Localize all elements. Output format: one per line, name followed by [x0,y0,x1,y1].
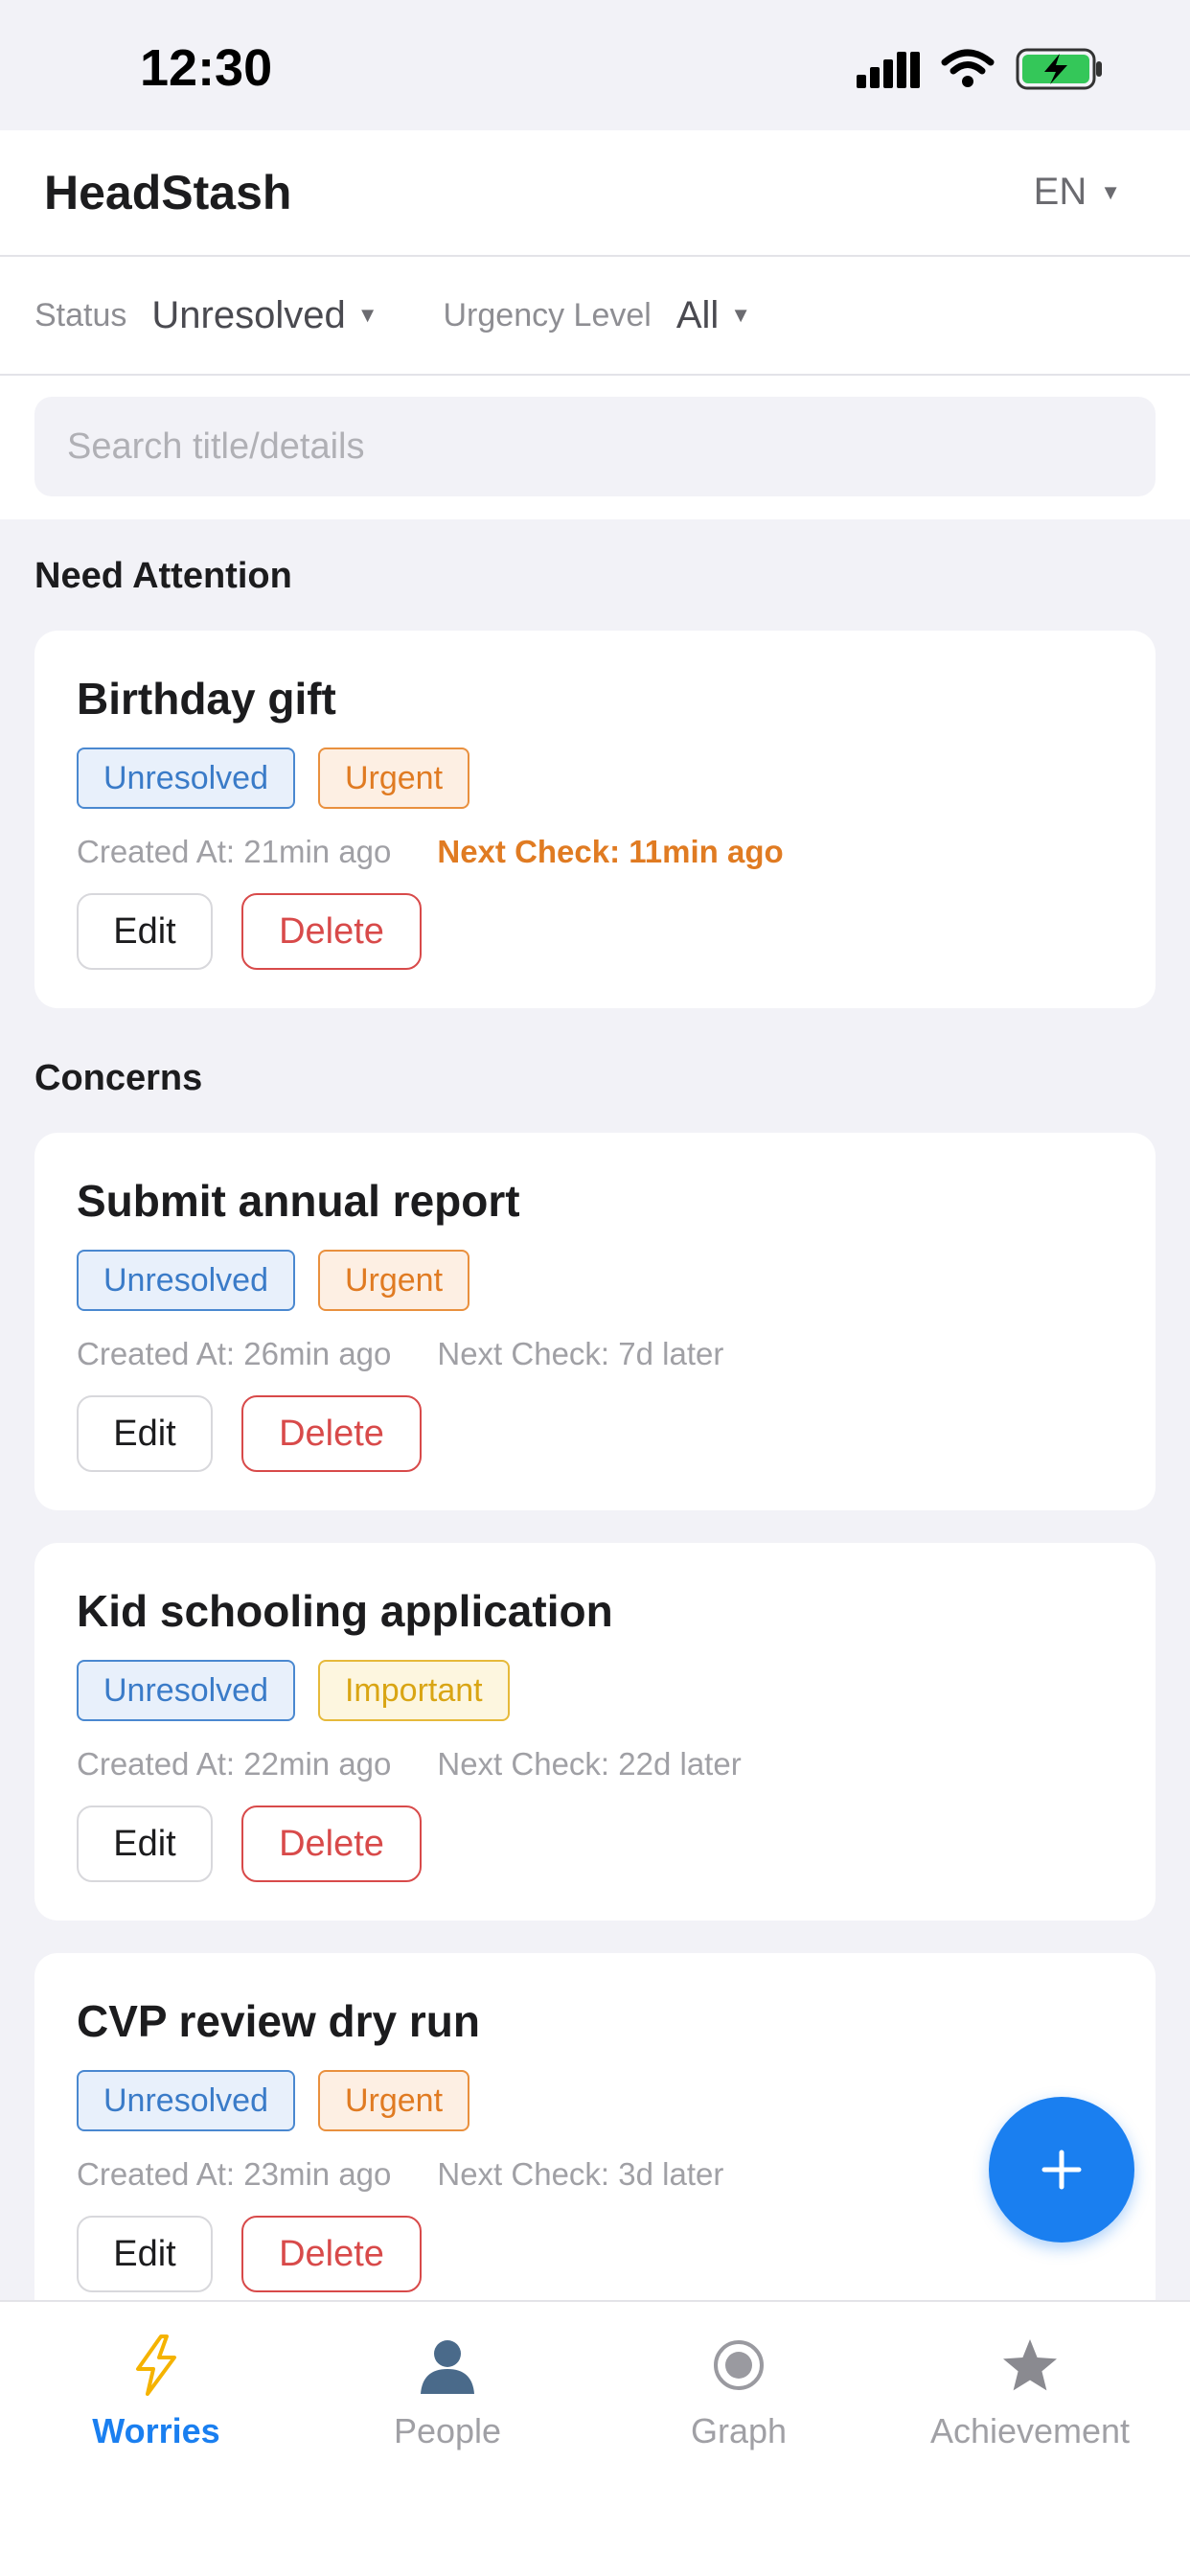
card-meta: Created At: 21min ago Next Check: 11min … [77,834,784,870]
search-input[interactable] [34,397,1156,496]
lightning-icon [132,2331,180,2400]
star-icon [1001,2331,1059,2400]
status-badge: Unresolved [77,748,295,809]
created-at: Created At: 21min ago [77,834,392,869]
urgency-badge: Urgent [317,748,470,809]
card-tags: Unresolved Urgent [77,1250,470,1311]
worry-card[interactable]: Birthday gift Unresolved Urgent Created … [34,631,1156,1008]
tab-graph[interactable]: Graph [590,2302,887,2474]
card-tags: Unresolved Urgent [77,748,470,809]
next-check: Next Check: 3d later [437,2156,724,2192]
next-check: Next Check: 11min ago [437,834,784,869]
status-bar: 12:30 [0,0,1190,130]
status-filter-label: Status [34,296,127,334]
card-tags: Unresolved Important [77,1660,510,1721]
card-actions: Edit Delete [77,1395,422,1472]
card-title: Submit annual report [77,1176,520,1226]
worry-card[interactable]: Submit annual report Unresolved Urgent C… [34,1133,1156,1510]
tab-worries[interactable]: Worries [8,2302,305,2474]
wifi-icon [941,49,995,87]
filter-bar: Status Unresolved ▼ Urgency Level All ▼ [0,257,1190,376]
next-check: Next Check: 7d later [437,1336,724,1371]
card-actions: Edit Delete [77,893,422,970]
tab-label: People [393,2411,502,2450]
card-actions: Edit Delete [77,2216,422,2292]
urgency-filter-label: Urgency Level [443,296,652,334]
search-container [0,376,1190,519]
delete-button[interactable]: Delete [241,893,422,970]
card-title: Birthday gift [77,674,336,724]
status-badge: Unresolved [77,1250,295,1311]
cellular-signal-icon [857,52,920,88]
edit-button[interactable]: Edit [77,893,213,970]
tab-label: Achievement [929,2411,1131,2450]
card-tags: Unresolved Urgent [77,2070,470,2131]
tab-label: Worries [92,2411,220,2450]
edit-button[interactable]: Edit [77,1395,213,1472]
status-badge: Unresolved [77,2070,295,2131]
urgency-badge: Urgent [317,1250,470,1311]
card-title: Kid schooling application [77,1586,613,1636]
urgency-filter-value: All [675,293,720,336]
caret-down-icon: ▼ [730,303,752,327]
status-time: 12:30 [140,39,273,97]
edit-button[interactable]: Edit [77,2216,213,2292]
delete-button[interactable]: Delete [241,1395,422,1472]
next-check: Next Check: 22d later [437,1746,742,1782]
app-title: HeadStash [44,166,292,219]
card-meta: Created At: 23min ago Next Check: 3d lat… [77,2156,723,2193]
tab-label: Graph [690,2411,788,2450]
status-filter-value: Unresolved [151,293,346,336]
created-at: Created At: 26min ago [77,1336,392,1371]
card-actions: Edit Delete [77,1806,422,1882]
status-badge: Unresolved [77,1660,295,1721]
created-at: Created At: 22min ago [77,1746,392,1782]
delete-button[interactable]: Delete [241,1806,422,1882]
add-worry-button[interactable] [989,2097,1134,2242]
battery-charging-icon [1016,48,1102,90]
worry-card[interactable]: CVP review dry run Unresolved Urgent Cre… [34,1953,1156,2331]
card-title: CVP review dry run [77,1996,480,2046]
tab-people[interactable]: People [299,2302,596,2474]
section-title-need-attention: Need Attention [34,556,292,596]
status-filter[interactable]: Status Unresolved ▼ [34,294,378,337]
card-meta: Created At: 26min ago Next Check: 7d lat… [77,1336,723,1372]
urgency-filter[interactable]: Urgency Level All ▼ [444,294,752,337]
caret-down-icon: ▼ [356,303,378,327]
radio-icon [712,2331,766,2400]
section-title-concerns: Concerns [34,1058,203,1098]
app-header: HeadStash EN ▼ [0,130,1190,257]
urgency-badge: Urgent [317,2070,470,2131]
card-meta: Created At: 22min ago Next Check: 22d la… [77,1746,742,1782]
language-selector[interactable]: EN ▼ [1034,171,1121,214]
worry-card[interactable]: Kid schooling application Unresolved Imp… [34,1543,1156,1920]
language-value: EN [1033,171,1087,213]
tab-bar: Worries People Graph Achievement [0,2300,1190,2576]
plus-icon [1041,2150,1082,2190]
status-icons [857,46,1104,92]
delete-button[interactable]: Delete [241,2216,422,2292]
tab-achievement[interactable]: Achievement [881,2302,1179,2474]
created-at: Created At: 23min ago [77,2156,392,2192]
caret-down-icon: ▼ [1100,179,1121,204]
edit-button[interactable]: Edit [77,1806,213,1882]
urgency-badge: Important [317,1660,510,1721]
person-icon [417,2331,478,2400]
